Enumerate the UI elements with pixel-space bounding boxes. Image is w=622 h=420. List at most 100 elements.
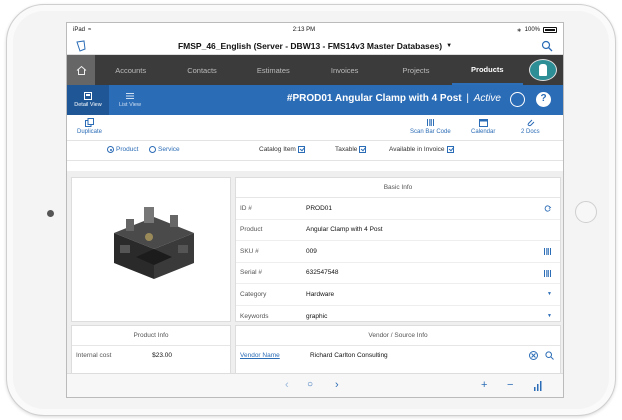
category-field: Category Hardware ▼ — [236, 284, 560, 306]
user-icon[interactable] — [510, 92, 525, 107]
service-radio-label: Service — [158, 146, 180, 153]
camera — [47, 210, 54, 217]
record-title: #PROD01 Angular Clamp with 4 Post | Acti… — [287, 93, 501, 104]
clock: 2:13 PM — [292, 27, 316, 33]
basic-info-panel: Basic Info ID # PROD01 Product Angular C… — [235, 177, 561, 322]
battery-percent: 100% — [524, 27, 540, 33]
calendar-icon — [478, 119, 488, 127]
barcode-icon[interactable] — [544, 269, 552, 277]
tab-estimates[interactable]: Estimates — [238, 55, 309, 85]
report-icon[interactable] — [533, 381, 543, 391]
home-icon — [76, 65, 86, 75]
options-row: Product Service Catalog Item Taxable Ava… — [67, 141, 563, 161]
sku-value[interactable]: 009 — [306, 248, 317, 255]
vendor-name-link[interactable]: Vendor Name — [240, 352, 310, 359]
search-icon[interactable] — [541, 40, 553, 52]
product-radio-label: Product — [116, 146, 139, 153]
tab-contacts[interactable]: Contacts — [166, 55, 237, 85]
sku-field: SKU # 009 — [236, 241, 560, 263]
barcode-icon[interactable] — [544, 248, 552, 255]
docs-button[interactable]: 2 Docs — [521, 118, 540, 135]
record-title-separator: | — [466, 93, 469, 104]
id-field: ID # PROD01 — [236, 198, 560, 220]
home-button[interactable] — [575, 201, 597, 223]
chevron-down-icon[interactable]: ▼ — [547, 313, 552, 319]
product-radio-option[interactable]: Product — [107, 146, 138, 153]
calendar-label: Calendar — [471, 129, 496, 135]
category-value[interactable]: Hardware — [306, 291, 334, 298]
product-radio[interactable] — [107, 146, 114, 153]
home-tab[interactable] — [67, 55, 95, 85]
service-radio-option[interactable]: Service — [149, 146, 180, 153]
detail-view-button[interactable]: Detail View — [67, 85, 109, 115]
product-info-heading: Product Info — [72, 326, 230, 346]
available-in-invoice-label: Available in Invoice — [389, 146, 445, 153]
internal-cost-value[interactable]: $23.00 — [152, 352, 172, 359]
barcode-icon — [426, 119, 434, 126]
catalog-item-checkbox[interactable] — [297, 146, 305, 153]
product-name-value[interactable]: Angular Clamp with 4 Post — [306, 226, 383, 233]
product-image[interactable] — [71, 177, 231, 322]
keywords-field: Keywords graphic ▼ — [236, 306, 560, 328]
internal-cost-label: Internal cost — [76, 351, 112, 359]
product-name-field: Product Angular Clamp with 4 Post — [236, 220, 560, 241]
taxable-checkbox[interactable] — [359, 146, 367, 153]
vendor-name-value[interactable]: Richard Carlton Consulting — [310, 352, 388, 359]
search-icon[interactable] — [545, 351, 554, 360]
docs-label: 2 Docs — [521, 129, 540, 135]
scan-bar-code-button[interactable]: Scan Bar Code — [410, 118, 451, 135]
vendor-name-row: Vendor Name Richard Carlton Consulting — [236, 346, 560, 364]
module-nav: Accounts Contacts Estimates Invoices Pro… — [67, 55, 563, 85]
tab-invoices[interactable]: Invoices — [309, 55, 380, 85]
logo-badge — [528, 59, 557, 81]
title-bar: FMSP_46_English (Server - DBW13 - FMS14v… — [67, 37, 563, 55]
carrier-label: iPad — [73, 27, 86, 33]
id-value[interactable]: PROD01 — [306, 205, 332, 212]
scan-bar-code-label: Scan Bar Code — [410, 129, 451, 135]
add-record-icon[interactable]: + — [481, 379, 487, 391]
serial-value[interactable]: 632547548 — [306, 269, 339, 276]
product-photo-illustration — [114, 206, 194, 279]
database-title[interactable]: FMSP_46_English (Server - DBW13 - FMS14v… — [178, 41, 442, 51]
next-record-icon[interactable]: › — [335, 379, 339, 391]
internal-cost-row: Internal cost $23.00 — [72, 346, 230, 364]
sku-label: SKU # — [240, 247, 259, 255]
keywords-label: Keywords — [240, 312, 269, 320]
wifi-icon: ≈ — [88, 27, 92, 33]
status-bar: iPad ≈ 2:13 PM ∗ 100% — [67, 23, 563, 37]
help-icon[interactable]: ? — [536, 92, 551, 107]
tab-products[interactable]: Products — [451, 55, 523, 85]
record-toolbar: Detail View List View #PROD01 Angular Cl… — [67, 85, 563, 115]
refresh-icon[interactable] — [544, 205, 552, 212]
taxable-option[interactable]: Taxable — [335, 146, 367, 153]
delete-record-icon[interactable]: − — [507, 379, 513, 391]
record-selector-icon[interactable]: ○ — [307, 379, 313, 390]
calendar-button[interactable]: Calendar — [471, 118, 495, 135]
keywords-value[interactable]: graphic — [306, 313, 327, 320]
chevron-down-icon[interactable]: ▼ — [446, 43, 452, 49]
record-navigation-bar: ‹ ○ › + − — [67, 373, 563, 397]
duplicate-button[interactable]: Duplicate — [77, 118, 102, 135]
app-screen: iPad ≈ 2:13 PM ∗ 100% FMSP_46_English (S… — [66, 22, 564, 398]
service-radio[interactable] — [149, 146, 156, 153]
action-bar: Duplicate Scan Bar Code Calendar 2 Docs — [67, 115, 563, 141]
id-label: ID # — [240, 204, 252, 212]
product-name-label: Product — [240, 226, 263, 234]
previous-record-icon[interactable]: ‹ — [285, 379, 289, 391]
taxable-label: Taxable — [335, 146, 358, 153]
available-in-invoice-option[interactable]: Available in Invoice — [389, 146, 454, 153]
list-view-button[interactable]: List View — [109, 85, 151, 115]
serial-label: Serial # — [240, 269, 263, 277]
tab-projects[interactable]: Projects — [380, 55, 451, 85]
duplicate-label: Duplicate — [77, 129, 103, 135]
clear-icon[interactable] — [529, 351, 538, 360]
file-icon[interactable] — [75, 40, 87, 52]
basic-info-heading: Basic Info — [236, 178, 560, 198]
tab-accounts[interactable]: Accounts — [95, 55, 166, 85]
battery-icon — [543, 27, 557, 33]
catalog-item-label: Catalog Item — [259, 146, 296, 153]
chevron-down-icon[interactable]: ▼ — [547, 291, 552, 297]
record-status: Active — [473, 93, 501, 104]
catalog-item-option[interactable]: Catalog Item — [259, 146, 305, 153]
available-in-invoice-checkbox[interactable] — [446, 146, 454, 153]
